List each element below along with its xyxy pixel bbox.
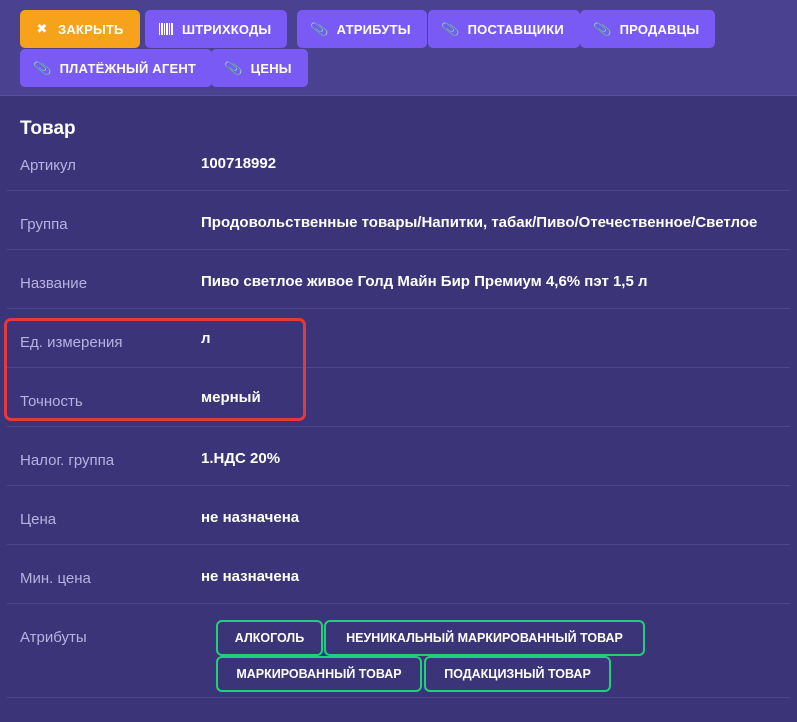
section-title: Товар: [20, 118, 76, 139]
name-label: Название: [20, 275, 88, 292]
attribute-tag-nonunique-marked: НЕУНИКАЛЬНЫЙ МАРКИРОВАННЫЙ ТОВАР: [324, 620, 645, 656]
sku-value: 100718992: [201, 155, 277, 172]
paperclip-icon: 📎: [223, 58, 244, 77]
group-label: Группа: [20, 216, 68, 233]
prices-button-label: ЦЕНЫ: [250, 60, 292, 76]
attributes-button-label: АТРИБУТЫ: [336, 21, 411, 37]
field-row-price: [7, 486, 790, 545]
sellers-button[interactable]: 📎 ПРОДАВЦЫ: [580, 10, 716, 48]
price-value: не назначена: [201, 509, 300, 526]
tax-group-value: 1.НДС 20%: [201, 450, 281, 467]
sellers-button-label: ПРОДАВЦЫ: [619, 21, 700, 37]
attributes-button[interactable]: 📎 АТРИБУТЫ: [297, 10, 427, 48]
name-value: Пиво светлое живое Голд Майн Бир Премиум…: [201, 273, 648, 290]
paperclip-icon: 📎: [592, 19, 613, 38]
payment-agent-button[interactable]: 📎 ПЛАТЁЖНЫЙ АГЕНТ: [20, 49, 213, 87]
attribute-tag-excise: ПОДАКЦИЗНЫЙ ТОВАР: [424, 656, 611, 692]
payment-agent-button-label: ПЛАТЁЖНЫЙ АГЕНТ: [59, 60, 197, 76]
prices-button[interactable]: 📎 ЦЕНЫ: [211, 49, 308, 87]
field-row-tax-group: [7, 427, 790, 486]
attributes-label: Атрибуты: [20, 629, 87, 646]
toolbar: ✖ ЗАКРЫТЬ ШТРИХКОДЫ 📎 АТРИБУТЫ 📎 ПОСТАВЩ…: [0, 0, 797, 96]
sku-label: Артикул: [20, 157, 76, 174]
suppliers-button-label: ПОСТАВЩИКИ: [467, 21, 564, 37]
close-button[interactable]: ✖ ЗАКРЫТЬ: [20, 10, 140, 48]
paperclip-icon: 📎: [309, 19, 330, 38]
field-row-min-price: [7, 545, 790, 604]
group-value: Продовольственные товары/Напитки, табак/…: [201, 214, 758, 231]
close-icon: ✖: [36, 21, 48, 36]
tax-group-label: Налог. группа: [20, 452, 115, 469]
barcode-icon: [159, 23, 173, 35]
barcodes-button[interactable]: ШТРИХКОДЫ: [145, 10, 288, 48]
suppliers-button[interactable]: 📎 ПОСТАВЩИКИ: [428, 10, 580, 48]
paperclip-icon: 📎: [440, 19, 461, 38]
highlight-box: [4, 318, 306, 421]
min-price-label: Мин. цена: [20, 570, 91, 587]
field-row-sku: [7, 144, 790, 191]
attribute-tag-marked: МАРКИРОВАННЫЙ ТОВАР: [216, 656, 422, 692]
min-price-value: не назначена: [201, 568, 300, 585]
attribute-tag-alcohol: АЛКОГОЛЬ: [216, 620, 323, 656]
barcodes-button-label: ШТРИХКОДЫ: [182, 21, 272, 37]
paperclip-icon: 📎: [32, 58, 53, 77]
price-label: Цена: [20, 511, 57, 528]
close-button-label: ЗАКРЫТЬ: [58, 21, 124, 37]
